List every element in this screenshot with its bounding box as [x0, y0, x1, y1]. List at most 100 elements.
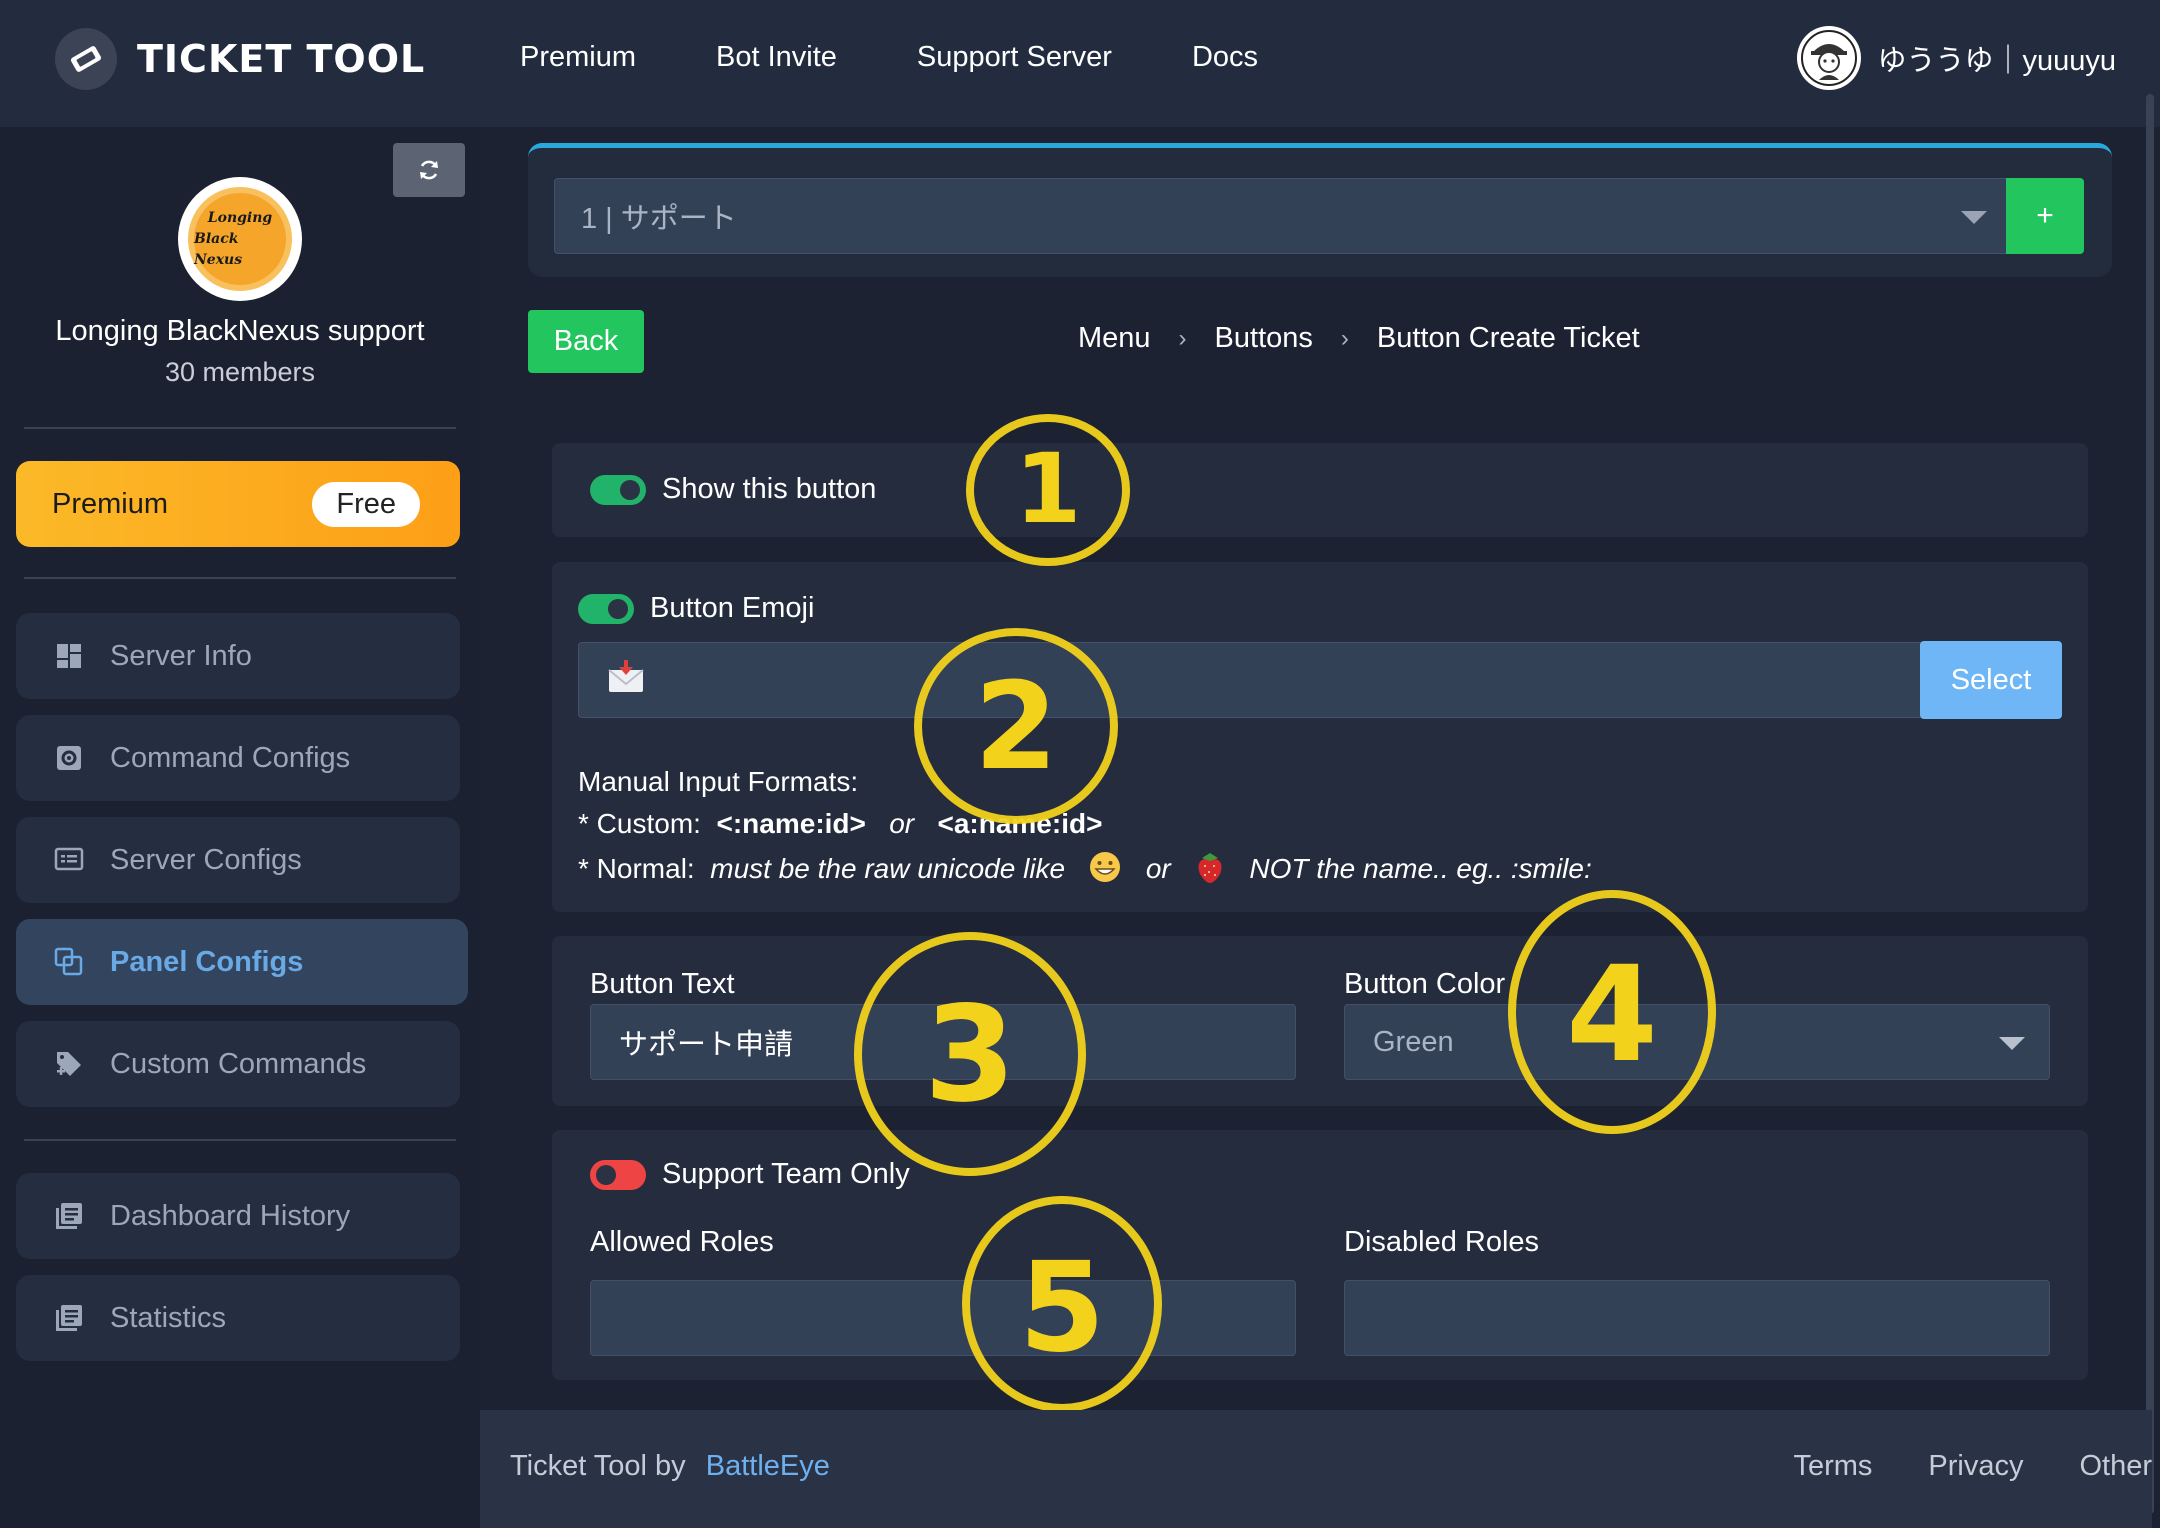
grinning-face-icon	[1088, 850, 1122, 891]
sidebar-item-label: Server Configs	[110, 843, 302, 876]
sidebar: Longing Black Nexus Longing BlackNexus s…	[0, 127, 480, 1528]
sidebar-item-panel-configs[interactable]: Panel Configs	[16, 919, 468, 1005]
sidebar-item-label: Custom Commands	[110, 1047, 367, 1080]
emoji-select-button[interactable]: Select	[1920, 641, 2062, 719]
server-logo: Longing Black Nexus	[178, 177, 302, 301]
breadcrumb-menu[interactable]: Menu	[1078, 322, 1151, 355]
refresh-icon	[420, 160, 438, 180]
premium-card[interactable]: Premium Free	[16, 461, 460, 547]
panels-icon	[54, 947, 84, 977]
support-team-toggle[interactable]	[590, 1160, 646, 1190]
formats-title: Manual Input Formats:	[578, 766, 859, 797]
sidebar-item-label: Command Configs	[110, 741, 351, 774]
normal-format-prefix: * Normal:	[578, 852, 695, 884]
ticket-icon	[55, 28, 117, 90]
sidebar-divider	[24, 427, 456, 429]
sidebar-item-label: Server Info	[110, 639, 252, 672]
user-menu[interactable]: ゆううゆ｜yuuuyu	[1797, 26, 2116, 90]
sidebar-divider	[24, 577, 456, 579]
strawberry-icon	[1194, 850, 1226, 891]
server-member-count: 30 members	[164, 357, 316, 387]
normal-format-or: or	[1145, 852, 1171, 884]
nav-bot-invite[interactable]: Bot Invite	[716, 41, 837, 74]
sidebar-item-label: Statistics	[110, 1301, 227, 1334]
chevron-down-icon	[1961, 211, 1987, 224]
server-name: Longing BlackNexus support	[55, 315, 425, 347]
custom-format-line: * Custom: <:name:id> or <a:name:id>	[578, 808, 1102, 840]
chevron-right-icon: ›	[1178, 324, 1187, 352]
show-button-label: Show this button	[662, 473, 877, 505]
footer-links: Terms Privacy Other	[1737, 1450, 2152, 1483]
top-nav: Premium Bot Invite Support Server Docs	[520, 0, 1338, 114]
history-icon	[54, 1201, 84, 1231]
button-emoji-label: Button Emoji	[650, 592, 815, 624]
sidebar-item-label: Dashboard History	[110, 1199, 351, 1232]
custom-format-animated: <a:name:id>	[937, 808, 1103, 839]
allowed-roles-input[interactable]	[590, 1280, 1296, 1356]
nav-premium[interactable]: Premium	[520, 41, 636, 74]
disabled-roles-label: Disabled Roles	[1344, 1226, 1540, 1258]
panel-select-dropdown[interactable]: 1 | サポート	[554, 178, 2012, 254]
statistics-icon	[54, 1303, 84, 1333]
server-config-icon	[54, 845, 84, 875]
footer-battleeye-link[interactable]: BattleEye	[706, 1450, 830, 1482]
sidebar-item-statistics[interactable]: Statistics	[16, 1275, 460, 1361]
footer-link-other[interactable]: Other	[2079, 1450, 2152, 1483]
tag-plus-icon	[54, 1049, 84, 1079]
footer-link-terms[interactable]: Terms	[1793, 1450, 1872, 1483]
incoming-envelope-icon	[607, 658, 645, 702]
sidebar-divider	[24, 1139, 456, 1141]
footer: Ticket Tool by BattleEye Terms Privacy O…	[480, 1410, 2152, 1528]
add-panel-button[interactable]: +	[2006, 178, 2084, 254]
normal-format-text: must be the raw unicode like	[710, 852, 1066, 884]
custom-format-prefix: * Custom:	[578, 808, 701, 839]
allowed-roles-label: Allowed Roles	[590, 1226, 774, 1258]
refresh-button[interactable]	[393, 143, 465, 197]
footer-link-privacy[interactable]: Privacy	[1928, 1450, 2023, 1483]
footer-credit-text: Ticket Tool by	[510, 1450, 686, 1482]
sidebar-item-server-configs[interactable]: Server Configs	[16, 817, 460, 903]
sidebar-item-custom-commands[interactable]: Custom Commands	[16, 1021, 460, 1107]
button-emoji-toggle[interactable]	[578, 594, 634, 624]
button-color-label: Button Color	[1344, 968, 1506, 1000]
normal-format-suffix: NOT the name.. eg.. :smile:	[1249, 852, 1592, 884]
page-scrollbar[interactable]	[2146, 94, 2154, 1514]
sidebar-item-dashboard-history[interactable]: Dashboard History	[16, 1173, 460, 1259]
emoji-input[interactable]	[578, 642, 1928, 718]
dashboard-icon	[54, 641, 84, 671]
back-button[interactable]: Back	[528, 310, 644, 373]
normal-format-line: * Normal: must be the raw unicode like o…	[578, 850, 1592, 891]
custom-format-or: or	[889, 808, 915, 839]
button-emoji-card: Button Emoji Select Manual Input Formats…	[552, 562, 2088, 912]
nav-support-server[interactable]: Support Server	[917, 41, 1112, 74]
chevron-down-icon	[1999, 1037, 2025, 1050]
avatar	[1797, 26, 1862, 90]
premium-label: Premium	[52, 487, 169, 520]
button-color-value: Green	[1373, 1025, 1454, 1058]
sidebar-item-server-info[interactable]: Server Info	[16, 613, 460, 699]
custom-format-static: <:name:id>	[716, 808, 866, 839]
disabled-roles-input[interactable]	[1344, 1280, 2050, 1356]
breadcrumb-current: Button Create Ticket	[1376, 322, 1640, 354]
sidebar-item-label: Panel Configs	[110, 945, 304, 978]
support-team-card: Support Team Only Allowed Roles Disabled…	[552, 1130, 2088, 1380]
breadcrumb-buttons[interactable]: Buttons	[1215, 322, 1313, 355]
button-text-input[interactable]: サポート申請	[590, 1004, 1296, 1080]
button-color-select[interactable]: Green	[1344, 1004, 2050, 1080]
premium-status-badge: Free	[312, 481, 420, 527]
top-bar: TICKET TOOL Premium Bot Invite Support S…	[0, 0, 2160, 127]
breadcrumb: Menu › Buttons › Button Create Ticket	[1078, 322, 1640, 355]
user-name: ゆううゆ｜yuuuyu	[1877, 45, 2116, 77]
gear-icon	[54, 743, 84, 773]
show-button-toggle[interactable]	[590, 475, 646, 505]
button-text-color-card: Button Text サポート申請 Button Color Green	[552, 936, 2088, 1106]
panel-selector-card: 1 | サポート +	[528, 143, 2112, 277]
support-team-label: Support Team Only	[662, 1158, 910, 1190]
nav-docs[interactable]: Docs	[1192, 41, 1258, 74]
button-text-label: Button Text	[590, 968, 735, 1000]
show-button-card: Show this button	[552, 443, 2088, 537]
app-logo[interactable]: TICKET TOOL	[55, 28, 425, 90]
sidebar-item-command-configs[interactable]: Command Configs	[16, 715, 460, 801]
button-text-value: サポート申請	[619, 1029, 794, 1061]
server-logo-line1: Longing	[207, 209, 273, 226]
